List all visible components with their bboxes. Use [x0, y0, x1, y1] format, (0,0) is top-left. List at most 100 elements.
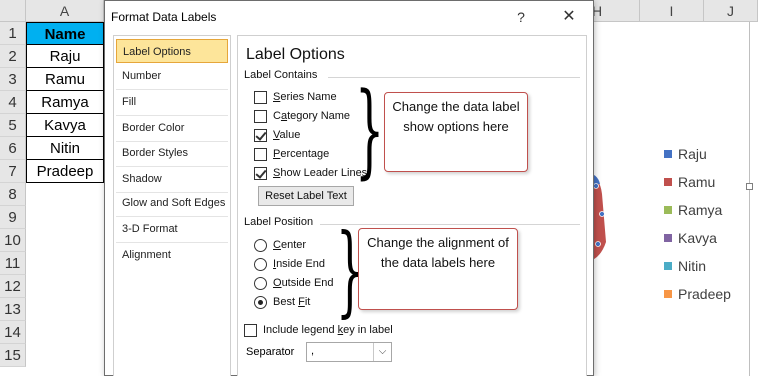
- row-header[interactable]: 6: [0, 137, 26, 160]
- legend-swatch: [664, 262, 672, 270]
- show-leader-lines-label: Show Leader Lines: [273, 167, 368, 179]
- dialog-titlebar[interactable]: Format Data Labels ? ✕: [105, 1, 593, 33]
- outside-end-option[interactable]: Outside End: [254, 274, 334, 292]
- category-nav: Label Options Number Fill Border Color B…: [113, 35, 231, 376]
- legend-item[interactable]: Raju: [664, 140, 731, 168]
- row-header[interactable]: 3: [0, 68, 26, 91]
- panel-title: Label Options: [246, 46, 345, 63]
- row-header[interactable]: 1: [0, 22, 26, 45]
- separator-dropdown[interactable]: , ⌵: [306, 342, 392, 362]
- row-header[interactable]: 13: [0, 298, 26, 321]
- label-position-heading: Label Position: [244, 216, 314, 228]
- category-name-checkbox[interactable]: [254, 109, 267, 123]
- legend-swatch: [664, 234, 672, 242]
- nav-item-glow-soft-edges[interactable]: Glow and Soft Edges: [116, 191, 228, 215]
- legend-item[interactable]: Kavya: [664, 224, 731, 252]
- row-header[interactable]: 2: [0, 45, 26, 68]
- nav-item-alignment[interactable]: Alignment: [116, 243, 228, 267]
- chart-resize-handle[interactable]: [746, 183, 753, 190]
- percentage-option[interactable]: Percentage: [254, 145, 329, 163]
- value-option[interactable]: Value: [254, 126, 300, 144]
- cell-name[interactable]: Raju: [26, 45, 104, 68]
- inside-end-label: Inside End: [273, 258, 325, 270]
- callout-label-options: Change the data label show options here: [384, 92, 528, 172]
- value-checkbox[interactable]: [254, 128, 267, 142]
- outside-end-label: Outside End: [273, 277, 334, 289]
- show-leader-lines-option[interactable]: Show Leader Lines: [254, 164, 367, 182]
- legend-item[interactable]: Ramu: [664, 168, 731, 196]
- best-fit-label: Best Fit: [273, 296, 311, 308]
- percentage-checkbox[interactable]: [254, 147, 267, 161]
- row-header[interactable]: 9: [0, 206, 26, 229]
- percentage-label: Percentage: [273, 148, 330, 160]
- chart-legend[interactable]: Raju Ramu Ramya Kavya Nitin Pradeep: [664, 140, 731, 308]
- legend-label: Ramya: [678, 202, 723, 218]
- center-label: Center: [273, 239, 307, 251]
- include-legend-key-option[interactable]: Include legend key in label: [244, 321, 393, 339]
- row-header[interactable]: 5: [0, 114, 26, 137]
- cell-name[interactable]: Pradeep: [26, 160, 104, 183]
- column-header-a[interactable]: A: [26, 0, 104, 22]
- legend-label: Raju: [678, 146, 707, 162]
- nav-item-border-styles[interactable]: Border Styles: [116, 141, 228, 165]
- chevron-down-icon[interactable]: ⌵: [373, 343, 391, 361]
- legend-item[interactable]: Ramya: [664, 196, 731, 224]
- right-brace-icon: }: [355, 71, 385, 190]
- series-name-checkbox[interactable]: [254, 90, 267, 104]
- cell-name[interactable]: Nitin: [26, 137, 104, 160]
- legend-label: Pradeep: [678, 286, 731, 302]
- separator-label: Separator: [246, 346, 295, 358]
- row-header[interactable]: 7: [0, 160, 26, 183]
- column-header-i[interactable]: I: [640, 0, 704, 22]
- nav-item-number[interactable]: Number: [116, 64, 228, 88]
- inside-end-option[interactable]: Inside End: [254, 255, 325, 273]
- series-name-option[interactable]: Series Name: [254, 88, 337, 106]
- include-legend-key-label: Include legend key in label: [263, 324, 393, 336]
- category-name-label: Category Name: [273, 110, 351, 122]
- separator-value: ,: [311, 345, 315, 357]
- cell-name[interactable]: Kavya: [26, 114, 104, 137]
- legend-swatch: [664, 290, 672, 298]
- center-option[interactable]: Center: [254, 236, 306, 254]
- row-header[interactable]: 11: [0, 252, 26, 275]
- nav-item-border-color[interactable]: Border Color: [116, 116, 228, 140]
- cell-name-header[interactable]: Name: [26, 22, 104, 45]
- inside-end-radio[interactable]: [254, 257, 267, 271]
- row-header[interactable]: 8: [0, 183, 26, 206]
- chart-border: [749, 22, 750, 376]
- nav-item-fill[interactable]: Fill: [116, 90, 228, 114]
- best-fit-radio[interactable]: [254, 295, 267, 309]
- legend-swatch: [664, 150, 672, 158]
- close-button[interactable]: ✕: [553, 5, 585, 29]
- help-button[interactable]: ?: [507, 5, 535, 29]
- include-legend-key-checkbox[interactable]: [244, 323, 257, 337]
- nav-item-label-options[interactable]: Label Options: [116, 39, 228, 63]
- value-label: Value: [273, 129, 301, 141]
- row-header[interactable]: 12: [0, 275, 26, 298]
- nav-item-shadow[interactable]: Shadow: [116, 167, 228, 191]
- row-header[interactable]: 10: [0, 229, 26, 252]
- row-header[interactable]: 14: [0, 321, 26, 344]
- cell-name[interactable]: Ramu: [26, 68, 104, 91]
- cell-name[interactable]: Ramya: [26, 91, 104, 114]
- outside-end-radio[interactable]: [254, 276, 267, 290]
- reset-label-text-button[interactable]: Reset Label Text: [258, 186, 354, 206]
- legend-swatch: [664, 206, 672, 214]
- center-radio[interactable]: [254, 238, 267, 252]
- select-all-corner[interactable]: [0, 0, 26, 22]
- nav-item-3d-format[interactable]: 3-D Format: [116, 217, 228, 241]
- label-contains-heading: Label Contains: [244, 69, 318, 81]
- category-name-option[interactable]: Category Name: [254, 107, 350, 125]
- legend-item[interactable]: Pradeep: [664, 280, 731, 308]
- column-header-j[interactable]: J: [704, 0, 758, 22]
- legend-item[interactable]: Nitin: [664, 252, 731, 280]
- best-fit-option[interactable]: Best Fit: [254, 293, 310, 311]
- legend-swatch: [664, 178, 672, 186]
- row-header[interactable]: 15: [0, 344, 26, 367]
- callout-label-position: Change the alignment of the data labels …: [358, 228, 518, 310]
- series-name-label: Series Name: [273, 91, 337, 103]
- legend-label: Kavya: [678, 230, 717, 246]
- show-leader-lines-checkbox[interactable]: [254, 166, 267, 180]
- column-header-h[interactable]: H: [586, 0, 640, 22]
- row-header[interactable]: 4: [0, 91, 26, 114]
